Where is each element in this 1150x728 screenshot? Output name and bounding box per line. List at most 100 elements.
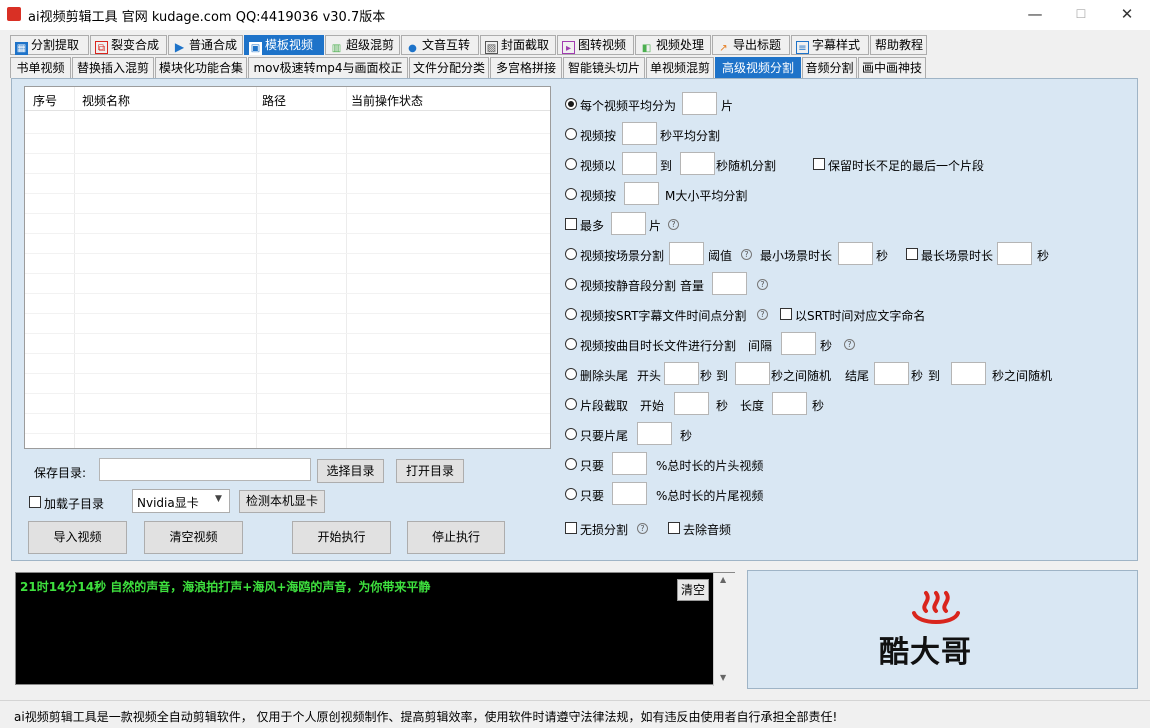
help-icon[interactable]: ? bbox=[757, 279, 768, 290]
col-status[interactable]: 当前操作状态 bbox=[351, 92, 423, 109]
tab-template-video[interactable]: ▣ 模板视频 bbox=[244, 35, 324, 55]
tab-super-mix[interactable]: ▥ 超级混剪 bbox=[325, 35, 400, 55]
tab-cover-capture[interactable]: ▨ 封面截取 bbox=[480, 35, 556, 55]
scroll-up-icon[interactable]: ▲ bbox=[720, 575, 726, 584]
max-scene-label: 最长场景时长 bbox=[921, 249, 994, 263]
open-dir-button[interactable]: 打开目录 bbox=[396, 459, 464, 483]
detect-gpu-button[interactable]: 检测本机显卡 bbox=[239, 490, 325, 513]
subtab-pip[interactable]: 画中画神技 bbox=[858, 57, 926, 78]
tab-normal-compose[interactable]: ▶ 普通合成 bbox=[168, 35, 243, 55]
col-index[interactable]: 序号 bbox=[33, 92, 57, 109]
radio-silence-split[interactable] bbox=[565, 278, 577, 290]
minimize-button[interactable]: — bbox=[1012, 0, 1058, 30]
log-output[interactable]: 21时14分14秒 自然的声音，海浪拍打声+海风+海鸥的声音，为你带来平静 清空… bbox=[15, 572, 735, 686]
radio-scene-split[interactable] bbox=[565, 248, 577, 260]
radio-seconds-split[interactable] bbox=[565, 128, 577, 140]
clip-label: 片段截取 bbox=[580, 399, 629, 413]
close-button[interactable]: ✕ bbox=[1104, 0, 1150, 30]
max-count-checkbox[interactable] bbox=[565, 218, 577, 230]
size-input[interactable] bbox=[624, 182, 659, 205]
radio-avg-split[interactable] bbox=[565, 98, 577, 110]
log-scrollbar[interactable]: ▲ ▼ bbox=[713, 573, 735, 686]
avg-count-input[interactable] bbox=[682, 92, 717, 115]
random-max-input[interactable] bbox=[680, 152, 715, 175]
select-dir-button[interactable]: 选择目录 bbox=[317, 459, 384, 483]
column-divider bbox=[346, 87, 347, 448]
tab-fission[interactable]: ⧉ 裂变合成 bbox=[90, 35, 167, 55]
scene-threshold-input[interactable] bbox=[669, 242, 704, 265]
subtab-booklist[interactable]: 书单视频 bbox=[10, 57, 71, 78]
col-path[interactable]: 路径 bbox=[262, 92, 286, 109]
subtab-audio-split[interactable]: 音频分割 bbox=[802, 57, 857, 78]
interval-input[interactable] bbox=[781, 332, 816, 355]
video-list[interactable]: 序号 视频名称 路径 当前操作状态 bbox=[24, 86, 551, 449]
subtab-single-mix[interactable]: 单视频混剪 bbox=[646, 57, 714, 78]
radio-song-split[interactable] bbox=[565, 338, 577, 350]
max-scene-checkbox[interactable] bbox=[906, 248, 918, 260]
srt-name-checkbox[interactable] bbox=[780, 308, 792, 320]
help-icon[interactable]: ? bbox=[844, 339, 855, 350]
trim-start-from-input[interactable] bbox=[664, 362, 699, 385]
radio-head-percent[interactable] bbox=[565, 458, 577, 470]
tab-export-title[interactable]: ↗ 导出标题 bbox=[712, 35, 790, 55]
tab-video-process[interactable]: ◧ 视频处理 bbox=[635, 35, 711, 55]
add-subdir-checkbox[interactable] bbox=[29, 496, 41, 508]
lossless-checkbox[interactable] bbox=[565, 522, 577, 534]
random-min-input[interactable] bbox=[622, 152, 657, 175]
tab-subtitle-style[interactable]: ≡ 字幕样式 bbox=[791, 35, 869, 55]
logo-text: 酷大哥 bbox=[879, 635, 972, 670]
help-icon[interactable]: ? bbox=[637, 523, 648, 534]
clear-video-button[interactable]: 清空视频 bbox=[144, 521, 243, 554]
remove-audio-checkbox[interactable] bbox=[668, 522, 680, 534]
trim-random-label: 秒之间随机 bbox=[992, 369, 1053, 383]
start-button[interactable]: 开始执行 bbox=[292, 521, 391, 554]
tab-help[interactable]: 帮助教程 bbox=[870, 35, 927, 55]
stop-button[interactable]: 停止执行 bbox=[407, 521, 505, 554]
help-icon[interactable]: ? bbox=[757, 309, 768, 320]
radio-trim-head-tail[interactable] bbox=[565, 368, 577, 380]
trim-end-from-input[interactable] bbox=[874, 362, 909, 385]
seconds-input[interactable] bbox=[622, 122, 657, 145]
trim-start-to-input[interactable] bbox=[735, 362, 770, 385]
list-header: 序号 视频名称 路径 当前操作状态 bbox=[25, 87, 550, 111]
clip-length-input[interactable] bbox=[772, 392, 807, 415]
head-percent-input[interactable] bbox=[612, 452, 647, 475]
radio-srt-split[interactable] bbox=[565, 308, 577, 320]
subtab-advanced-split[interactable]: 高级视频分割 bbox=[715, 57, 801, 78]
tail-percent-input[interactable] bbox=[612, 482, 647, 505]
copy-icon: ⧉ bbox=[95, 41, 108, 54]
save-dir-input[interactable] bbox=[99, 458, 311, 481]
min-scene-input[interactable] bbox=[838, 242, 873, 265]
clip-start-input[interactable] bbox=[674, 392, 709, 415]
clear-log-button[interactable]: 清空 bbox=[677, 579, 709, 601]
subtab-smart-slice[interactable]: 智能镜头切片 bbox=[563, 57, 645, 78]
head-percent-label: 只要 bbox=[580, 459, 605, 473]
trim-end-to-input[interactable] bbox=[951, 362, 986, 385]
tail-seconds-input[interactable] bbox=[637, 422, 672, 445]
radio-tail-percent[interactable] bbox=[565, 488, 577, 500]
gpu-select[interactable]: Nvidia显卡 ▼ bbox=[132, 489, 230, 513]
max-count-input[interactable] bbox=[611, 212, 646, 235]
col-video-name[interactable]: 视频名称 bbox=[82, 92, 130, 109]
subtab-file-distribute[interactable]: 文件分配分类 bbox=[409, 57, 489, 78]
tab-text-audio[interactable]: ● 文音互转 bbox=[401, 35, 479, 55]
tab-split-extract[interactable]: ▦ 分割提取 bbox=[10, 35, 89, 55]
radio-random-split[interactable] bbox=[565, 158, 577, 170]
subtab-replace-insert[interactable]: 替换插入混剪 bbox=[72, 57, 154, 78]
tab-image-to-video[interactable]: ▸ 图转视频 bbox=[557, 35, 634, 55]
subtab-grid-stitch[interactable]: 多宫格拼接 bbox=[490, 57, 562, 78]
radio-clip-extract[interactable] bbox=[565, 398, 577, 410]
scroll-down-icon[interactable]: ▼ bbox=[720, 673, 726, 682]
radio-tail-only[interactable] bbox=[565, 428, 577, 440]
volume-input[interactable] bbox=[712, 272, 747, 295]
help-icon[interactable]: ? bbox=[668, 219, 679, 230]
help-icon[interactable]: ? bbox=[741, 249, 752, 260]
subtab-modular[interactable]: 模块化功能合集 bbox=[155, 57, 247, 78]
subtab-mov-convert[interactable]: mov极速转mp4与画面校正 bbox=[248, 57, 408, 78]
keep-last-checkbox[interactable] bbox=[813, 158, 825, 170]
max-scene-unit: 秒 bbox=[1037, 249, 1050, 263]
max-scene-input[interactable] bbox=[997, 242, 1032, 265]
import-video-button[interactable]: 导入视频 bbox=[28, 521, 127, 554]
maximize-button[interactable]: ☐ bbox=[1058, 0, 1104, 30]
radio-size-split[interactable] bbox=[565, 188, 577, 200]
